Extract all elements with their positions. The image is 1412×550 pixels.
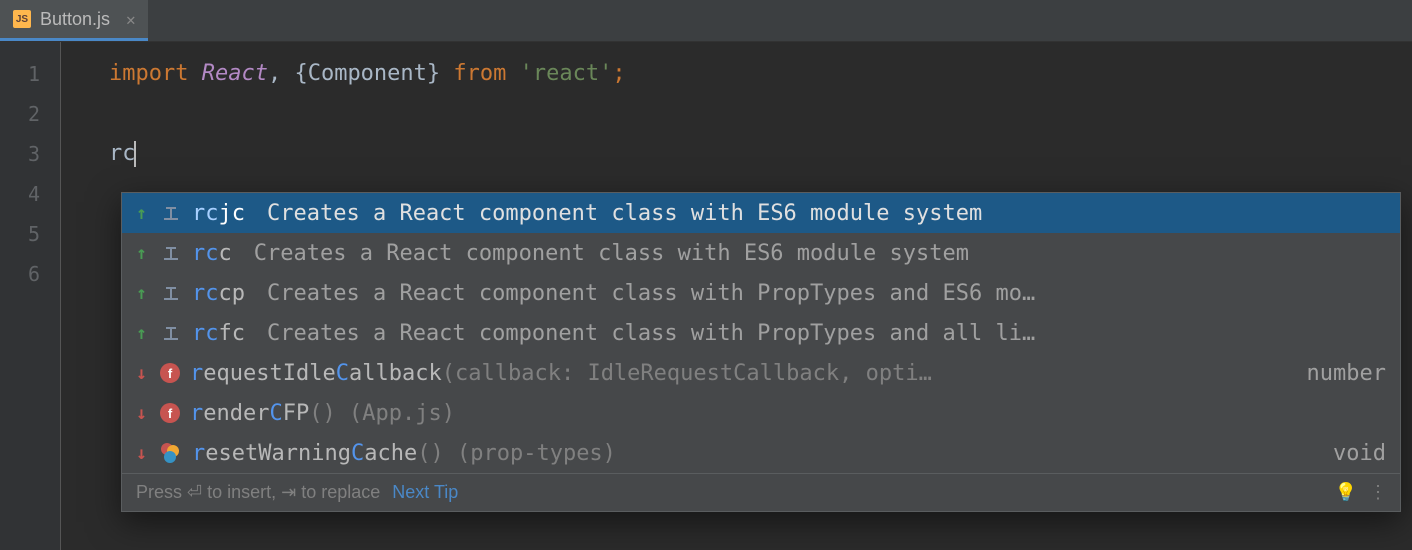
completion-return-type: number bbox=[1295, 361, 1386, 386]
gutter: 1 2 3 4 5 6 bbox=[0, 42, 60, 550]
live-template-icon bbox=[160, 202, 182, 224]
live-template-icon bbox=[160, 242, 182, 264]
multi-icon bbox=[160, 442, 182, 464]
keyword: from bbox=[440, 61, 519, 86]
next-tip-link[interactable]: Next Tip bbox=[392, 482, 458, 503]
tab-button-js[interactable]: JS Button.js ✕ bbox=[0, 0, 148, 41]
completion-description: Creates a React component class with Pro… bbox=[255, 321, 1386, 346]
completion-item[interactable]: ↑ rcc Creates a React component class with… bbox=[122, 233, 1400, 273]
completion-return-type: void bbox=[1321, 441, 1386, 466]
caret bbox=[134, 141, 136, 167]
brace: { bbox=[294, 61, 307, 86]
identifier: React bbox=[202, 61, 268, 86]
completion-description: Creates a React component class with Pro… bbox=[255, 281, 1386, 306]
completion-item[interactable]: ↑ rcfc Creates a React component class wit… bbox=[122, 313, 1400, 353]
typed-text: rc bbox=[109, 141, 136, 166]
completion-name: rcc bbox=[192, 241, 232, 266]
punct: , bbox=[268, 61, 295, 86]
completion-item[interactable]: ↑ rccp Creates a React component class wit… bbox=[122, 273, 1400, 313]
code-line-1: import React, {Component} from 'react'; bbox=[109, 54, 1412, 94]
completion-item[interactable]: ↓ resetWarningCache() (prop-types) void bbox=[122, 433, 1400, 473]
footer-hint: Press ⏎ to insert, ⇥ to replace bbox=[136, 482, 380, 503]
editor: 1 2 3 4 5 6 import React, {Component} fr… bbox=[0, 42, 1412, 550]
code-line-3: rc bbox=[109, 134, 1412, 174]
completion-description: Creates a React component class with ES6… bbox=[255, 201, 1386, 226]
completion-name: resetWarningCache() (prop-types) bbox=[192, 441, 616, 466]
completion-name: rccp bbox=[192, 281, 245, 306]
punct: ; bbox=[612, 61, 625, 86]
function-icon: f bbox=[160, 403, 180, 423]
gutter-line: 6 bbox=[0, 254, 60, 294]
completion-description: Creates a React component class with ES6… bbox=[242, 241, 1386, 266]
arrow-down-icon: ↓ bbox=[136, 403, 150, 424]
more-icon[interactable]: ⋮ bbox=[1369, 482, 1386, 503]
string: 'react' bbox=[520, 61, 613, 86]
bulb-icon[interactable]: 💡 bbox=[1335, 482, 1357, 503]
gutter-line: 4 bbox=[0, 174, 60, 214]
tab-filename: Button.js bbox=[40, 9, 110, 30]
identifier: Component bbox=[308, 61, 427, 86]
arrow-up-icon: ↑ bbox=[136, 243, 150, 264]
completion-item[interactable]: ↓ f requestIdleCallback(callback: IdleRequ… bbox=[122, 353, 1400, 393]
keyword: import bbox=[109, 61, 202, 86]
gutter-line: 2 bbox=[0, 94, 60, 134]
live-template-icon bbox=[160, 282, 182, 304]
popup-footer: Press ⏎ to insert, ⇥ to replace Next Tip… bbox=[122, 473, 1400, 511]
completion-popup: ↑ rcjc Creates a React component class wit… bbox=[121, 192, 1401, 512]
code-area[interactable]: import React, {Component} from 'react'; … bbox=[60, 42, 1412, 550]
completion-name: rcfc bbox=[192, 321, 245, 346]
arrow-up-icon: ↑ bbox=[136, 283, 150, 304]
arrow-up-icon: ↑ bbox=[136, 323, 150, 344]
js-file-icon: JS bbox=[12, 9, 32, 29]
arrow-down-icon: ↓ bbox=[136, 443, 150, 464]
tab-bar: JS Button.js ✕ bbox=[0, 0, 1412, 42]
function-icon: f bbox=[160, 363, 180, 383]
close-icon[interactable]: ✕ bbox=[126, 10, 136, 29]
completion-item[interactable]: ↑ rcjc Creates a React component class wit… bbox=[122, 193, 1400, 233]
completion-name: renderCFP() (App.js) bbox=[190, 401, 455, 426]
completion-name: rcjc bbox=[192, 201, 245, 226]
completion-list: ↑ rcjc Creates a React component class wit… bbox=[122, 193, 1400, 473]
code-line-2 bbox=[109, 94, 1412, 134]
gutter-line: 1 bbox=[0, 54, 60, 94]
completion-name: requestIdleCallback(callback: IdleReques… bbox=[190, 361, 932, 386]
gutter-line: 3 bbox=[0, 134, 60, 174]
brace: } bbox=[427, 61, 440, 86]
arrow-down-icon: ↓ bbox=[136, 363, 150, 384]
arrow-up-icon: ↑ bbox=[136, 203, 150, 224]
gutter-line: 5 bbox=[0, 214, 60, 254]
completion-item[interactable]: ↓ f renderCFP() (App.js) bbox=[122, 393, 1400, 433]
live-template-icon bbox=[160, 322, 182, 344]
